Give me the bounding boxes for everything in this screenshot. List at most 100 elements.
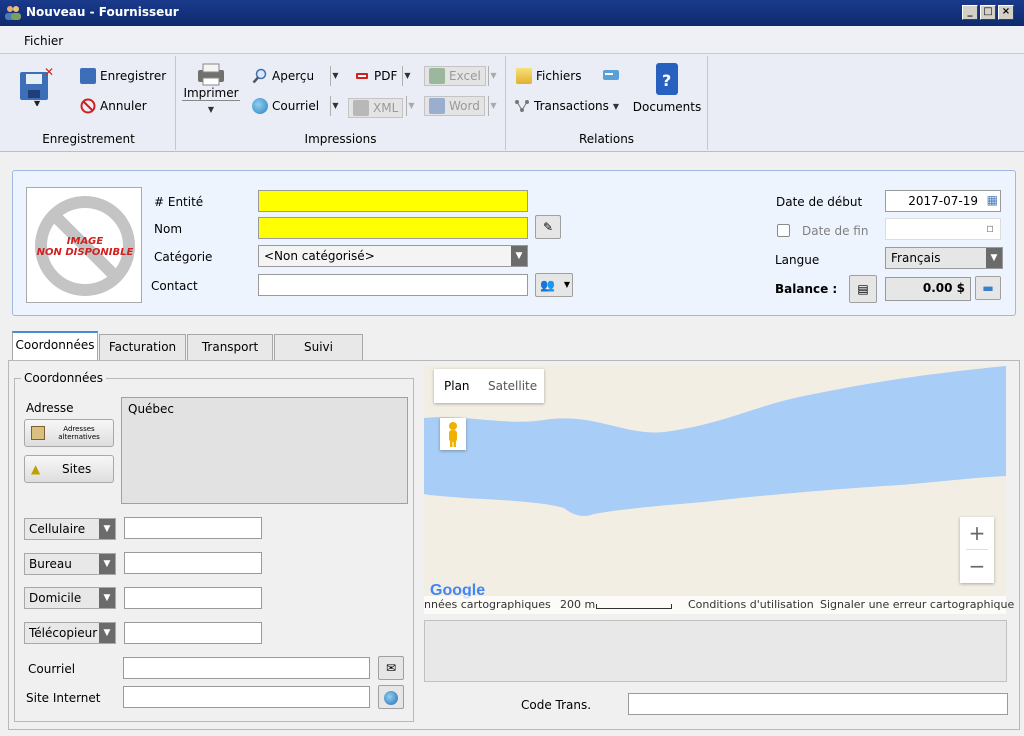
calculator-icon: ▤ bbox=[857, 282, 869, 296]
start-date-label: Date de début bbox=[776, 195, 863, 209]
svg-text:?: ? bbox=[662, 71, 671, 90]
map-data-attribution[interactable]: nnées cartographiques bbox=[424, 598, 551, 611]
balance-label: Balance : bbox=[775, 282, 838, 296]
phone-input-telecopieur[interactable] bbox=[124, 622, 262, 644]
chevron-down-icon: ▼ bbox=[99, 554, 115, 574]
cancel-button[interactable]: Annuler bbox=[80, 98, 147, 114]
preview-dropdown[interactable]: ▼ bbox=[330, 66, 340, 86]
print-button[interactable]: Imprimer ▼ bbox=[182, 62, 240, 118]
xml-icon bbox=[353, 100, 369, 116]
phone-type-select-domicile[interactable]: Domicile ▼ bbox=[24, 587, 116, 609]
excel-dropdown[interactable]: ▼ bbox=[488, 66, 498, 86]
balance-details-button[interactable]: ▤ bbox=[849, 275, 877, 303]
map-view[interactable] bbox=[424, 366, 1006, 614]
floppy-icon bbox=[80, 68, 96, 84]
ribbon-group-label: Enregistrement bbox=[42, 132, 135, 146]
tab-coordonnees[interactable]: Coordonnées bbox=[12, 331, 98, 361]
language-value: Français bbox=[891, 251, 941, 265]
name-input[interactable] bbox=[258, 217, 528, 239]
address-box[interactable]: Québec bbox=[121, 397, 408, 504]
map-terms-link[interactable]: Conditions d'utilisation bbox=[688, 598, 814, 611]
map-type-satellite[interactable]: Satellite bbox=[488, 379, 537, 393]
end-date-input[interactable] bbox=[885, 218, 1001, 240]
map-attribution-bar: nnées cartographiques 200 m Conditions d… bbox=[424, 596, 1014, 614]
chevron-down-icon: ▼ bbox=[563, 280, 570, 289]
phone-input-domicile[interactable] bbox=[124, 587, 262, 609]
category-select[interactable]: <Non catégorisé> ▼ bbox=[258, 245, 528, 267]
end-date-checkbox[interactable] bbox=[777, 224, 790, 237]
zoom-in-button[interactable]: + bbox=[960, 517, 994, 549]
magnifier-icon bbox=[252, 68, 268, 84]
close-button[interactable]: × bbox=[998, 5, 1014, 20]
open-website-button[interactable] bbox=[378, 685, 404, 709]
xml-button[interactable]: XML bbox=[348, 98, 404, 118]
no-entry-icon bbox=[80, 98, 96, 114]
notes-area[interactable] bbox=[424, 620, 1007, 682]
phone-input-bureau[interactable] bbox=[124, 552, 262, 574]
people-icon: 👥 bbox=[540, 278, 555, 292]
files-button[interactable]: Fichiers bbox=[516, 68, 581, 84]
chevron-down-icon: ▼ bbox=[207, 105, 215, 114]
balance-card-button[interactable]: ▬ bbox=[975, 276, 1001, 300]
street-view-pegman[interactable] bbox=[440, 418, 466, 450]
phone-type-select-bureau[interactable]: Bureau ▼ bbox=[24, 553, 116, 575]
word-dropdown[interactable]: ▼ bbox=[488, 96, 498, 116]
menu-fichier[interactable]: Fichier bbox=[24, 34, 63, 48]
alt-addresses-button[interactable]: Adresses alternatives bbox=[24, 419, 114, 447]
edit-name-button[interactable]: ✎ bbox=[535, 215, 561, 239]
edit-icon: ✎ bbox=[542, 220, 554, 234]
entity-image[interactable]: IMAGE NON DISPONIBLE bbox=[26, 187, 142, 303]
save-button[interactable]: Enregistrer bbox=[80, 68, 166, 84]
end-date-label: Date de fin bbox=[802, 224, 869, 238]
tab-facturation[interactable]: Facturation bbox=[99, 334, 186, 360]
contact-picker-button[interactable]: 👥 ▼ bbox=[535, 273, 573, 297]
contact-input[interactable] bbox=[258, 274, 528, 296]
tab-transport[interactable]: Transport bbox=[187, 334, 273, 360]
calendar-icon[interactable]: ▫ bbox=[986, 221, 994, 235]
email-button[interactable]: Courriel bbox=[252, 98, 319, 114]
pdf-button[interactable]: PDF bbox=[354, 68, 397, 84]
chevron-down-icon: ▼ bbox=[99, 519, 115, 539]
minimize-button[interactable]: _ bbox=[962, 5, 978, 20]
maximize-button[interactable]: □ bbox=[980, 5, 996, 20]
entity-input[interactable] bbox=[258, 190, 528, 212]
phone-type-select-cellulaire[interactable]: Cellulaire ▼ bbox=[24, 518, 116, 540]
language-select[interactable]: Français ▼ bbox=[885, 247, 1003, 269]
warning-site-icon: ▲ bbox=[31, 462, 41, 476]
folder-icon bbox=[516, 68, 532, 84]
xml-dropdown[interactable]: ▼ bbox=[406, 96, 416, 116]
phone-input-cellulaire[interactable] bbox=[124, 517, 262, 539]
excel-button[interactable]: Excel bbox=[424, 66, 486, 86]
preview-button[interactable]: Aperçu bbox=[252, 68, 314, 84]
alt-addresses-label-1: Adresses bbox=[63, 425, 95, 433]
map-type-plan[interactable]: Plan bbox=[444, 379, 470, 393]
transactions-button[interactable]: Transactions ▼ bbox=[514, 98, 619, 114]
website-input[interactable] bbox=[123, 686, 370, 708]
sites-button[interactable]: ▲ Sites bbox=[24, 455, 114, 483]
calendar-icon[interactable]: ▦ bbox=[987, 193, 998, 207]
card-icon[interactable] bbox=[602, 68, 620, 82]
code-trans-input[interactable] bbox=[628, 693, 1008, 715]
pdf-dropdown[interactable]: ▼ bbox=[402, 66, 412, 86]
phone-type-select-telecopieur[interactable]: Télécopieur ▼ bbox=[24, 622, 116, 644]
phone-type-label: Télécopieur bbox=[29, 626, 98, 640]
email-input[interactable] bbox=[123, 657, 370, 679]
svg-text:▼: ▼ bbox=[34, 99, 41, 106]
map-report-error-link[interactable]: Signaler une erreur cartographique bbox=[820, 598, 1014, 611]
alt-addresses-label-2: alternatives bbox=[58, 433, 100, 441]
documents-button[interactable]: ? Documents bbox=[632, 62, 702, 120]
address-value: Québec bbox=[128, 402, 175, 416]
start-date-input[interactable]: 2017-07-19 ▦ bbox=[885, 190, 1001, 212]
send-email-button[interactable]: ✉ bbox=[378, 656, 404, 680]
chevron-down-icon: ▼ bbox=[99, 588, 115, 608]
address-label: Adresse bbox=[26, 401, 74, 415]
zoom-control: + − bbox=[960, 517, 994, 583]
save-close-icon[interactable]: ✕ ▼ bbox=[18, 64, 58, 108]
word-button[interactable]: Word bbox=[424, 96, 485, 116]
coordonnees-legend: Coordonnées bbox=[21, 371, 106, 385]
zoom-out-button[interactable]: − bbox=[960, 550, 994, 582]
start-date-value: 2017-07-19 bbox=[908, 194, 978, 208]
email-dropdown[interactable]: ▼ bbox=[330, 96, 340, 116]
chevron-down-icon: ▼ bbox=[99, 623, 115, 643]
tab-suivi[interactable]: Suivi bbox=[274, 334, 363, 360]
